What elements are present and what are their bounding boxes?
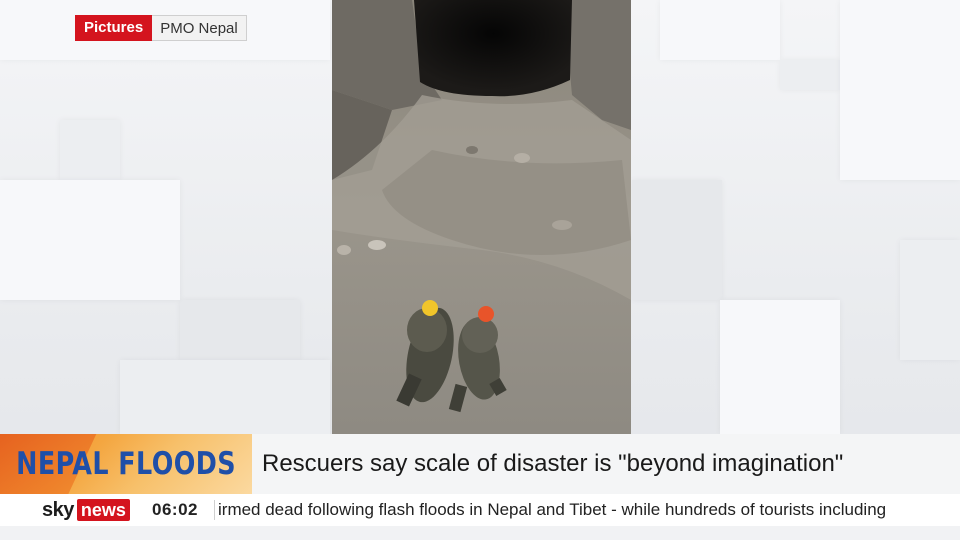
- story-tag: NEPAL FLOODS: [0, 434, 252, 494]
- headline: Rescuers say scale of disaster is "beyon…: [262, 450, 844, 477]
- sky-news-logo: sky news: [42, 498, 130, 522]
- bg-panel: [180, 300, 300, 360]
- bg-panel: [660, 0, 780, 60]
- logo-news-text: news: [76, 499, 130, 521]
- bg-panel: [60, 120, 120, 180]
- credit-source: PMO Nepal: [152, 15, 247, 41]
- logo-sky-text: sky: [42, 498, 74, 521]
- bg-panel: [900, 240, 960, 360]
- picture-credit: Pictures PMO Nepal: [75, 15, 247, 41]
- video-frame: [332, 0, 631, 434]
- bg-panel: [632, 180, 722, 300]
- bg-panel: [840, 0, 960, 180]
- bottom-strip: [0, 526, 960, 540]
- news-ticker: sky news 06:02 irmed dead following flas…: [0, 494, 960, 526]
- clock: 06:02: [152, 500, 198, 519]
- lower-third: NEPAL FLOODS Rescuers say scale of disas…: [0, 434, 960, 494]
- ticker-divider: [214, 500, 215, 520]
- bg-panel: [120, 360, 330, 434]
- flood-tunnel-image: [332, 0, 631, 434]
- ticker-text: irmed dead following flash floods in Nep…: [218, 500, 887, 519]
- bg-panel: [780, 60, 840, 90]
- credit-tag: Pictures: [75, 15, 153, 41]
- bg-panel: [0, 180, 180, 300]
- story-tag-label: NEPAL FLOODS: [16, 446, 236, 482]
- bg-panel: [720, 300, 840, 434]
